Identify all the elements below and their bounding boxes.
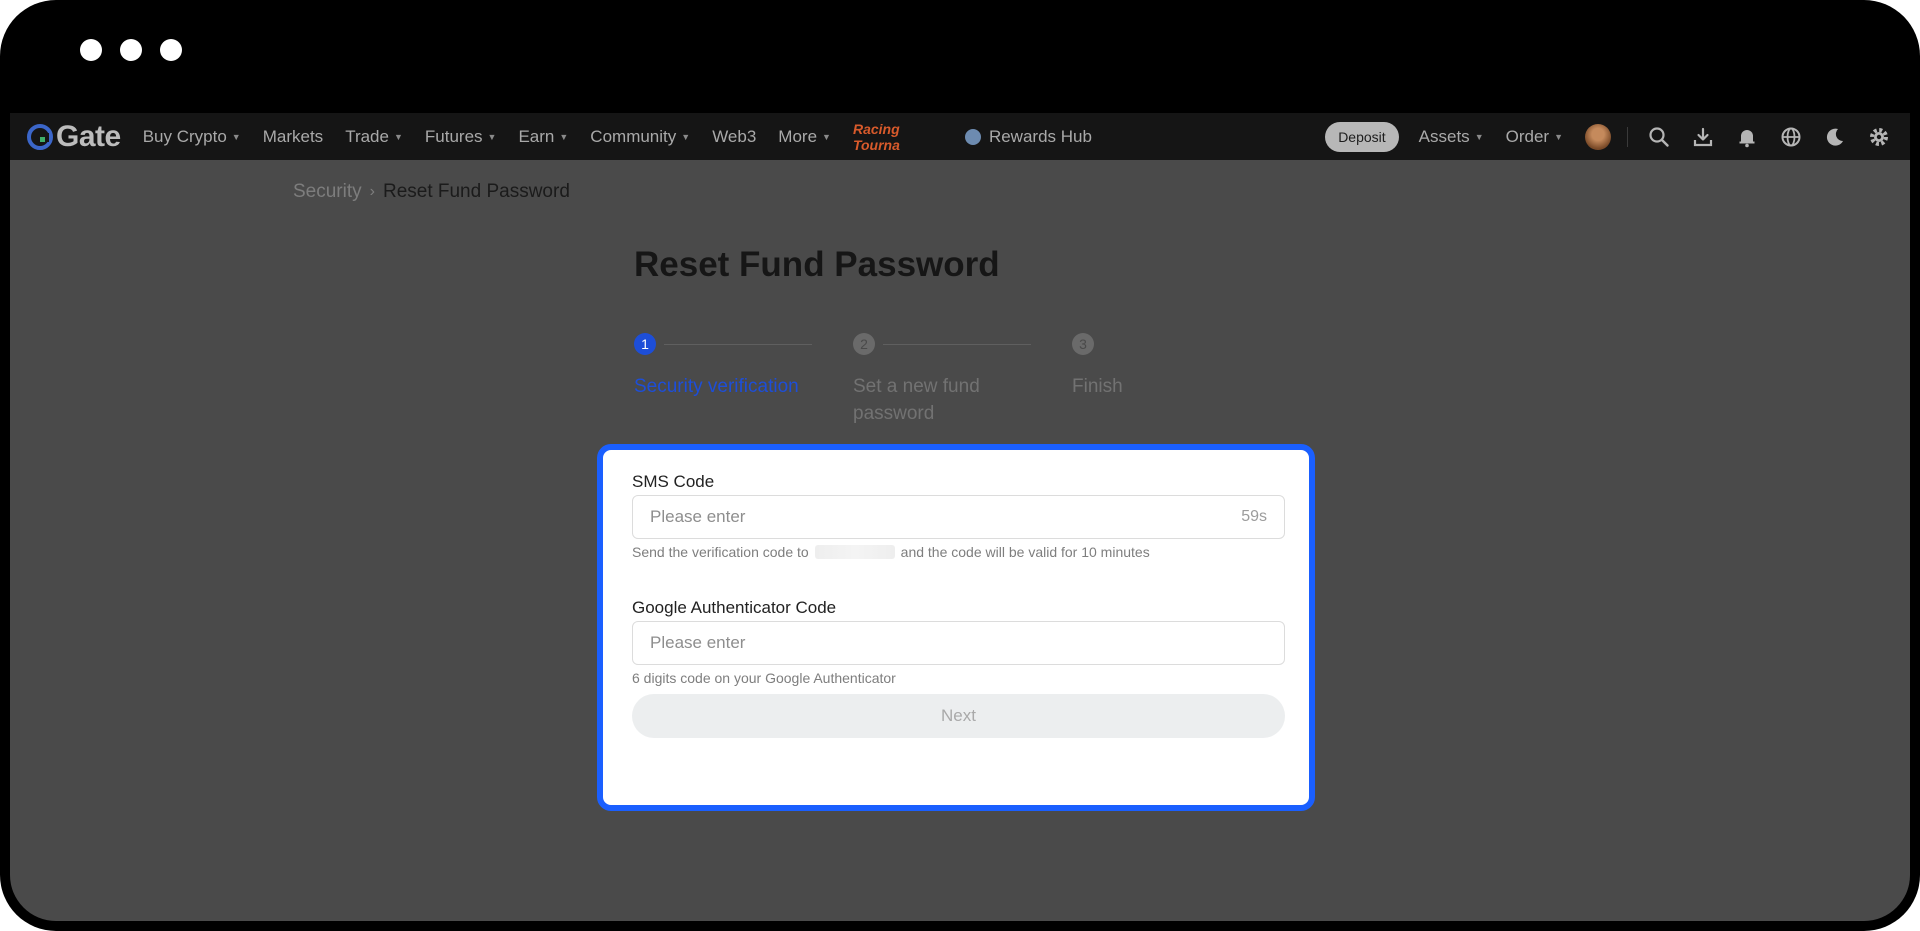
nav-more[interactable]: More ▼ (778, 127, 831, 147)
nav-label: Markets (262, 126, 324, 146)
browser-viewport: Gate Buy Crypto ▼ Markets Trade ▼ Future… (10, 113, 1910, 921)
gate-logo-icon (27, 123, 53, 150)
sms-hint-text: Send the verification code to (632, 544, 809, 560)
caret-down-icon: ▼ (487, 131, 497, 142)
nav-buy-crypto[interactable]: Buy Crypto ▼ (143, 127, 241, 147)
avatar[interactable] (1585, 123, 1611, 150)
nav-label: Buy Crypto (142, 126, 227, 146)
redacted-phone-number (814, 545, 895, 559)
moon-icon[interactable] (1822, 124, 1848, 150)
google-auth-field[interactable] (632, 621, 1285, 665)
globe-icon[interactable] (1778, 124, 1804, 150)
caret-down-icon: ▼ (822, 131, 831, 142)
nav-futures[interactable]: Futures ▼ (425, 127, 497, 147)
sms-code-label: SMS Code (632, 472, 715, 491)
next-button[interactable]: Next (632, 694, 1285, 738)
caret-down-icon: ▼ (231, 131, 241, 142)
search-icon[interactable] (1646, 124, 1672, 150)
google-auth-label: Google Authenticator Code (632, 598, 837, 617)
caret-down-icon: ▼ (393, 131, 403, 142)
window-controls (80, 39, 182, 61)
sms-code-field[interactable]: 59s (632, 495, 1285, 539)
racing-tournament-banner[interactable]: Racing Tourna (853, 121, 935, 153)
sms-hint-text-after: and the code will be valid for 10 minute… (900, 544, 1150, 560)
window-dot-close[interactable] (80, 39, 102, 61)
step-number-3: 3 (1072, 333, 1094, 355)
verification-form-card: SMS Code 59s Send the verification code … (597, 444, 1315, 811)
nav-earn[interactable]: Earn ▼ (518, 127, 568, 147)
nav-label: Order (1505, 126, 1550, 146)
stepper: 1 Security verification 2 Set a new fund… (634, 333, 1134, 424)
nav-rewards-hub[interactable]: Rewards Hub (964, 126, 1092, 147)
nav-assets[interactable]: Assets ▼ (1419, 127, 1484, 147)
logo-text: Gate (56, 119, 121, 153)
window-dot-minimize[interactable] (120, 39, 142, 61)
nav-label: Earn (518, 126, 555, 146)
nav-label: Assets (1418, 126, 1470, 146)
caret-down-icon: ▼ (1474, 131, 1484, 142)
sms-code-input[interactable] (650, 507, 1242, 527)
page-title: Reset Fund Password (634, 245, 1000, 284)
breadcrumb: Security › Reset Fund Password (293, 181, 570, 203)
caret-down-icon: ▼ (1554, 131, 1563, 142)
step-label-security-verification: Security verification (634, 376, 799, 397)
caret-down-icon: ▼ (559, 131, 569, 142)
nav-label: Web3 (712, 126, 757, 146)
step-connector (664, 344, 812, 345)
step-connector (883, 344, 1031, 345)
nav-right-group: Deposit Assets ▼ Order ▼ (1325, 121, 1910, 152)
caret-down-icon: ▼ (681, 131, 691, 142)
google-auth-hint: 6 digits code on your Google Authenticat… (632, 670, 896, 686)
nav-web3[interactable]: Web3 (712, 127, 756, 147)
breadcrumb-security-link[interactable]: Security (293, 181, 362, 203)
chevron-right-icon: › (369, 183, 375, 200)
step-number-2: 2 (853, 333, 875, 355)
bell-icon[interactable] (1734, 124, 1760, 150)
sms-resend-timer: 59s (1241, 508, 1267, 525)
sms-code-hint: Send the verification code to and the co… (632, 544, 1150, 560)
nav-label: Community (590, 126, 677, 146)
nav-label: Futures (424, 126, 483, 146)
nav-label: More (778, 126, 818, 146)
download-icon[interactable] (1690, 124, 1716, 150)
nav-divider (1627, 126, 1628, 147)
device-frame: Gate Buy Crypto ▼ Markets Trade ▼ Future… (0, 0, 1920, 931)
step-number-1: 1 (634, 333, 656, 355)
google-auth-input[interactable] (650, 633, 1267, 653)
window-dot-maximize[interactable] (160, 39, 182, 61)
rewards-cube-icon (964, 128, 981, 145)
nav-label: Rewards Hub (988, 126, 1092, 146)
top-nav: Gate Buy Crypto ▼ Markets Trade ▼ Future… (10, 113, 1910, 160)
nav-order[interactable]: Order ▼ (1506, 127, 1563, 147)
step-label-finish: Finish (1072, 376, 1123, 397)
nav-label: Trade (345, 126, 389, 146)
step-label-set-new-password: Set a new fund password (853, 376, 980, 424)
nav-markets[interactable]: Markets (263, 127, 323, 147)
gear-icon[interactable] (1866, 124, 1892, 150)
deposit-button[interactable]: Deposit (1325, 121, 1399, 152)
nav-community[interactable]: Community ▼ (590, 127, 690, 147)
gate-logo[interactable]: Gate (27, 120, 121, 154)
nav-trade[interactable]: Trade ▼ (345, 127, 403, 147)
breadcrumb-current: Reset Fund Password (382, 181, 570, 202)
